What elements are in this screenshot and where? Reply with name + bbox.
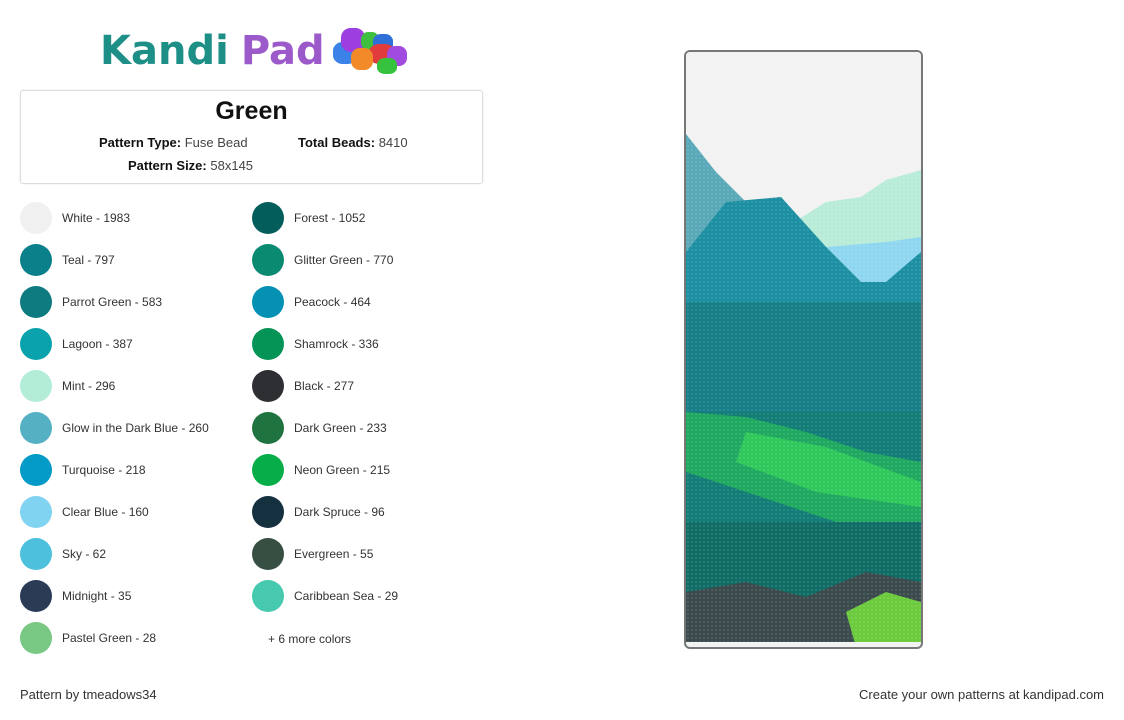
color-item: Shamrock - 336 (252, 328, 379, 360)
color-label: Glitter Green - 770 (294, 253, 394, 267)
bead-texture-overlay (686, 52, 921, 647)
color-swatch (252, 538, 284, 570)
color-swatch (252, 412, 284, 444)
color-label: Sky - 62 (62, 547, 107, 561)
total-beads: Total Beads: 8410 (298, 135, 408, 150)
color-swatch (20, 454, 52, 486)
color-label: Shamrock - 336 (294, 337, 379, 351)
color-item: Evergreen - 55 (252, 538, 373, 570)
color-label: Black - 277 (294, 379, 355, 393)
color-swatch (20, 538, 52, 570)
pattern-type-label: Pattern Type: (99, 135, 182, 150)
color-swatch (20, 244, 52, 276)
color-item: Dark Green - 233 (252, 412, 387, 444)
color-item: Lagoon - 387 (20, 328, 133, 360)
color-swatch (252, 580, 284, 612)
color-item: Glitter Green - 770 (252, 244, 393, 276)
color-label: Midnight - 35 (62, 589, 132, 603)
color-swatch (252, 328, 284, 360)
color-label: Peacock - 464 (294, 295, 371, 309)
color-swatch (252, 370, 284, 402)
total-beads-value: 8410 (378, 135, 408, 150)
pattern-type: Pattern Type: Fuse Bead (99, 135, 248, 150)
color-label: Dark Spruce - 96 (294, 505, 385, 519)
total-beads-label: Total Beads: (298, 135, 376, 150)
color-item: Parrot Green - 583 (20, 286, 162, 318)
pattern-size-value: 58x145 (210, 158, 254, 173)
color-label: Forest - 1052 (294, 211, 366, 225)
color-item: Neon Green - 215 (252, 454, 390, 486)
color-item: Turquoise - 218 (20, 454, 146, 486)
color-item: Dark Spruce - 96 (252, 496, 385, 528)
color-swatch (20, 286, 52, 318)
pattern-size-label: Pattern Size: (128, 158, 207, 173)
bead-pattern-grid (686, 52, 921, 647)
pattern-type-value: Fuse Bead (184, 135, 248, 150)
color-label: Caribbean Sea - 29 (294, 589, 399, 603)
color-label: Turquoise - 218 (62, 463, 146, 477)
pattern-preview (684, 50, 923, 649)
color-swatch (252, 244, 284, 276)
pattern-author: Pattern by tmeadows34 (20, 687, 157, 702)
logo-text-kandi: Kandi (100, 28, 229, 74)
color-label: Evergreen - 55 (294, 547, 374, 561)
color-swatch (252, 496, 284, 528)
color-item: White - 1983 (20, 202, 130, 234)
color-swatch (20, 370, 52, 402)
color-item: Clear Blue - 160 (20, 496, 149, 528)
color-item: Mint - 296 (20, 370, 115, 402)
color-item: Teal - 797 (20, 244, 115, 276)
color-label: Mint - 296 (62, 379, 116, 393)
color-item: Forest - 1052 (252, 202, 365, 234)
color-label: White - 1983 (62, 211, 131, 225)
color-swatch (20, 328, 52, 360)
color-swatch (252, 202, 284, 234)
pattern-info-card: Green Pattern Type: Fuse Bead Total Bead… (20, 90, 483, 184)
pattern-size: Pattern Size: 58x145 (128, 158, 253, 173)
color-swatch (252, 454, 284, 486)
color-swatch (20, 580, 52, 612)
color-label: Lagoon - 387 (62, 337, 133, 351)
color-item: Pastel Green - 28 (20, 622, 156, 654)
more-colors-link[interactable]: + 6 more colors (268, 632, 351, 646)
logo-text-pad: Pad (240, 28, 325, 74)
kandipad-logo[interactable]: Kandi Pad (100, 26, 410, 76)
color-item: Caribbean Sea - 29 (252, 580, 398, 612)
color-item: Midnight - 35 (20, 580, 131, 612)
color-swatch (20, 202, 52, 234)
kandipad-promo-link[interactable]: Create your own patterns at kandipad.com (859, 687, 1104, 702)
pattern-title: Green (215, 97, 288, 125)
color-label: Parrot Green - 583 (62, 295, 163, 309)
color-label: Dark Green - 233 (294, 421, 387, 435)
beads-icon (332, 26, 410, 76)
color-item: Black - 277 (252, 370, 354, 402)
color-item: Sky - 62 (20, 538, 106, 570)
color-swatch (20, 622, 52, 654)
color-label: Teal - 797 (62, 253, 115, 267)
color-item: Peacock - 464 (252, 286, 371, 318)
color-swatch (20, 412, 52, 444)
color-item: Glow in the Dark Blue - 260 (20, 412, 209, 444)
color-label: Pastel Green - 28 (62, 631, 157, 645)
color-label: Neon Green - 215 (294, 463, 391, 477)
color-label: Clear Blue - 160 (62, 505, 149, 519)
color-swatch (252, 286, 284, 318)
color-swatch (20, 496, 52, 528)
color-label: Glow in the Dark Blue - 260 (62, 421, 209, 435)
